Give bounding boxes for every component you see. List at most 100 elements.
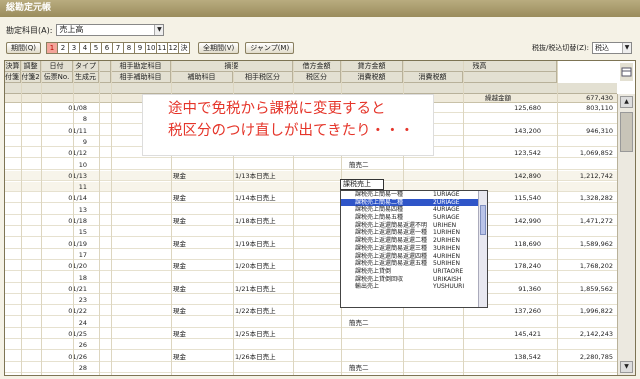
table-row[interactable]: 26 [5,340,617,351]
cell-memo: 1/14本日売上 [235,194,276,203]
cell-no: 11 [78,183,87,192]
cell-memo: 1/21本日売上 [235,284,276,293]
dropdown-option[interactable]: 課税売上簡易一種 1URIAGE [341,191,487,199]
period-button[interactable]: 期間(Q) [6,42,41,54]
cell-memo: 1/20本日売上 [235,262,276,271]
cell-bal: 1,589,962 [579,239,613,248]
option-code: 5URIAGE [433,214,460,222]
option-code: 1URIHEN [433,229,460,237]
dropdown-option[interactable]: 課税売上返還簡易返還五種 5URIHEN [341,260,487,268]
table-row[interactable]: 10 簡売二 [5,160,617,170]
option-code: URIKAISH [433,275,462,283]
period-bar: 期間(Q) 1 2 3 4 5 6 7 8 9 10 11 12 決 全期間(V) ジャンプ(M) [6,42,295,54]
table-row[interactable]: 15 [5,227,617,238]
table-row[interactable]: 24 簡売二 [5,318,617,328]
grid-settings-icon[interactable] [620,63,633,81]
table-row[interactable]: 01/13 現金 1/13本日売上 142,890 1,212,742 [5,170,617,181]
chevron-down-icon[interactable]: ▼ [622,43,631,53]
account-select[interactable]: 売上高 ▼ [56,24,165,36]
grid-line [73,61,74,375]
tax-switch-label: 税抜/税込切替(Z): [532,44,589,52]
cell-tax: 簡売二 [349,318,369,327]
column-header: 伝票No. [41,72,73,83]
cell-date: 01/08 [68,104,87,112]
tax-category-dropdown[interactable]: 課税売上簡易一種 1URIAGE 課税売上簡易二種 2URIAGE 課税売上簡易四種 4U… [340,190,488,308]
table-row[interactable]: 18 [5,273,617,283]
dropdown-option[interactable]: 課税売上返還簡易返還二種 2URIHEN [341,237,487,245]
cell-bal: 946,310 [586,126,613,135]
scroll-down-icon[interactable]: ▼ [620,361,633,373]
cell-credit: 142,890 [514,171,541,180]
column-header: 消費税額 [341,72,403,83]
jump-button[interactable]: ジャンプ(M) [245,42,295,54]
table-row[interactable]: 11 [5,182,617,193]
cell-bal: 2,142,243 [579,330,613,338]
table-row[interactable]: 01/26 現金 1/26本日売上 138,542 2,280,785 [5,352,617,362]
option-code: 2URIAGE [433,198,460,206]
option-name: 課税売上返還簡易返還五種 [355,260,428,268]
table-row[interactable]: 28 簡売二 [5,363,617,373]
cell-no: 13 [78,205,87,214]
cell-date: 01/12 [68,149,87,158]
cell-credit: 125,680 [514,104,541,112]
annotation-callout: 途中で免税から課税に変更すると 税区分のつけ直しが出てきたり・・・ [143,95,433,155]
grid-line [111,61,112,375]
opening-value: 677,430 [586,94,613,102]
table-row[interactable]: 01/20 現金 1/20本日売上 178,240 1,768,202 [5,261,617,272]
cell-bal: 1,069,852 [579,149,613,158]
tax-switch-value: 税込 [595,44,609,52]
vertical-scrollbar[interactable]: ▲ ▼ [617,94,635,375]
cell-bal: 1,328,282 [579,194,613,203]
cell-bal: 1,859,562 [579,284,613,293]
dropdown-option[interactable]: 課税売上簡易五種 5URIAGE [341,214,487,222]
all-period-button[interactable]: 全期間(V) [197,42,240,54]
table-row[interactable]: 01/22 現金 1/22本日売上 137,260 1,996,822 [5,306,617,317]
option-code: YUSHUURI [433,283,465,291]
dropdown-option[interactable]: 課税売上返還簡易返還三種 3URIHEN [341,245,487,253]
grid-line [21,61,22,375]
column-header: 借方金額 [293,61,341,72]
tax-switch-select[interactable]: 税込 ▼ [592,42,632,54]
option-name: 課税売上返還簡易返還一種 [355,229,428,237]
column-header: 調整 [21,61,41,72]
cell-memo: 1/13本日売上 [235,171,276,180]
option-name: 課税売上簡易四種 [355,206,404,214]
table-row[interactable]: 01/21 現金 1/21本日売上 91,360 1,859,562 [5,284,617,294]
dropdown-option[interactable]: 課税売上貸倒 URITAORE [341,268,487,276]
dropdown-option[interactable]: 課税売上返還簡易返還一種 1URIHEN [341,229,487,237]
table-row[interactable]: 13 [5,205,617,215]
dropdown-option[interactable]: 輸出売上 YUSHUURI [341,283,487,291]
option-code: 2URIHEN [433,237,460,245]
column-header: 相手税区分 [233,72,293,83]
table-row[interactable]: 17 [5,250,617,260]
scroll-thumb[interactable] [620,112,633,152]
cell-acct: 現金 [173,262,186,271]
month-tab[interactable]: 決 [177,42,190,54]
table-row[interactable]: 01/25 現金 1/25本日売上 145,421 2,142,243 [5,329,617,339]
table-row[interactable]: 01/19 現金 1/19本日売上 118,690 1,589,962 [5,239,617,249]
option-code: URIHEN [433,221,457,229]
cell-credit: 138,542 [514,352,541,361]
table-row[interactable]: 01/18 現金 1/18本日売上 142,990 1,471,272 [5,216,617,226]
option-name: 課税売上貸倒 [355,267,392,275]
cell-date: 01/18 [68,217,87,225]
option-code: 4URIHEN [433,252,460,260]
option-code: 3URIHEN [433,244,460,252]
account-selector: 勘定科目(A): 売上高 ▼ [6,24,165,36]
cell-acct: 現金 [173,239,186,248]
scroll-up-icon[interactable]: ▲ [620,96,633,108]
cell-acct: 現金 [173,171,186,180]
table-row[interactable]: 23 [5,295,617,306]
cell-no: 24 [78,318,87,327]
table-row[interactable]: 01/14 現金 1/14本日売上 115,540 1,328,282 [5,193,617,204]
dropdown-scrollbar[interactable] [478,191,487,307]
column-header: 付箋2 [21,72,41,83]
chevron-down-icon[interactable]: ▼ [154,25,164,35]
header-row-extra [5,83,617,94]
option-code: 5URIHEN [433,260,460,268]
tax-category-field[interactable]: 課税売上 [340,179,384,190]
dropdown-option[interactable]: 課税売上簡易四種 4URIAGE [341,206,487,214]
option-code: URITAORE [433,267,464,275]
dropdown-scroll-thumb[interactable] [480,205,486,235]
cell-no: 18 [78,273,87,282]
